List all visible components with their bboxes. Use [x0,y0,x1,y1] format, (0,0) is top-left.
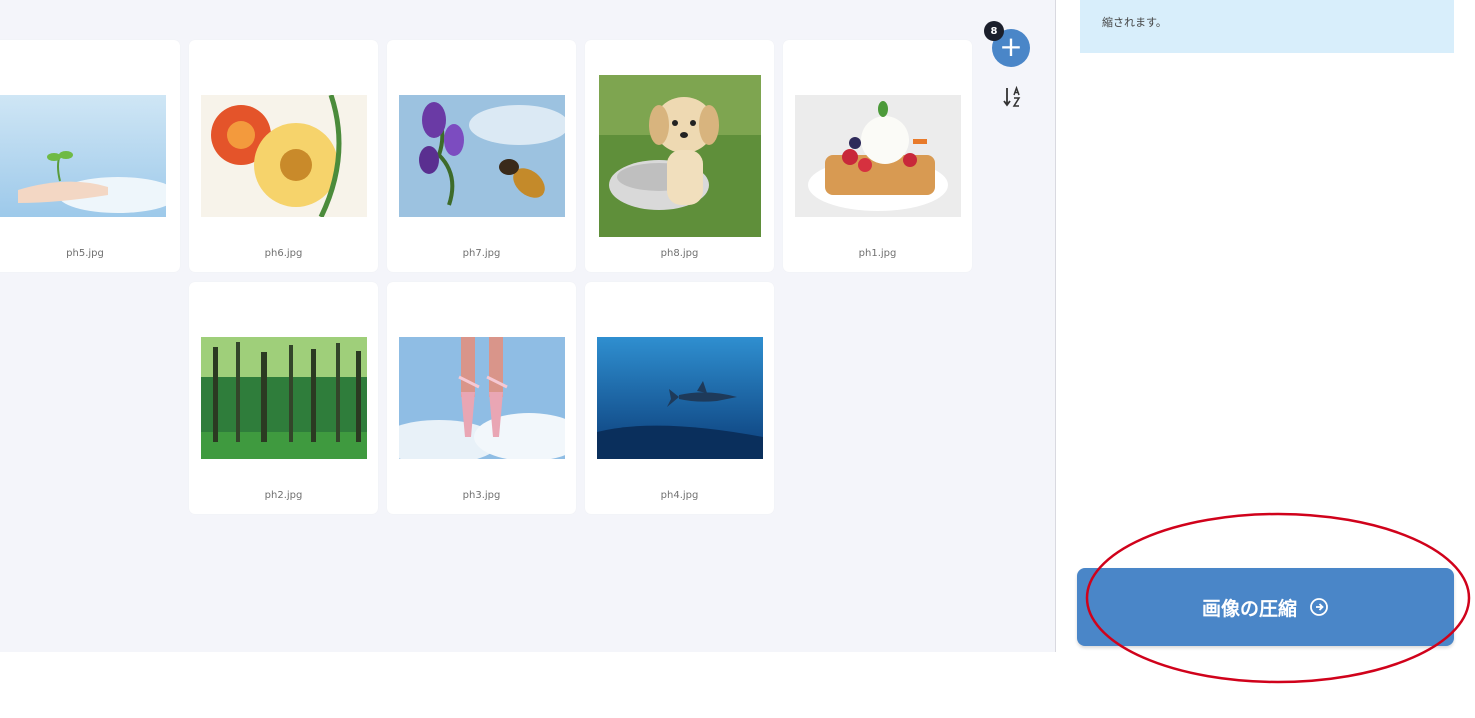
thumbnail-ph8 [598,75,761,237]
file-name: ph3.jpg [462,490,501,501]
file-name: ph2.jpg [264,490,303,501]
image-card-ph7[interactable]: ph7.jpg [387,40,576,272]
file-count-badge: 8 [984,21,1004,41]
image-card-ph8[interactable]: ph8.jpg [585,40,774,272]
image-card-ph5[interactable]: ph5.jpg [0,40,180,272]
image-card-ph4[interactable]: ph4.jpg [585,282,774,514]
thumbnail-ph5 [0,95,166,217]
file-name: ph8.jpg [660,248,699,259]
thumbnail-ph1 [794,95,961,217]
compress-images-button[interactable]: 画像の圧縮 [1077,568,1454,646]
thumbnail-ph7 [398,95,565,217]
thumbnail-ph4 [596,337,763,459]
info-box: 縮されます。 [1080,0,1454,53]
image-workspace: ph5.jpg ph6.jpg ph7.jpg ph8.jpg ph1.jpg … [0,0,1056,652]
info-text: 縮されます。 [1102,16,1167,29]
image-card-ph2[interactable]: ph2.jpg [189,282,378,514]
file-name: ph4.jpg [660,490,699,501]
thumbnail-ph6 [200,95,367,217]
file-name: ph7.jpg [462,248,501,259]
file-name: ph5.jpg [66,248,104,259]
thumbnail-ph2 [200,337,367,459]
file-name: ph6.jpg [264,248,303,259]
image-card-ph6[interactable]: ph6.jpg [189,40,378,272]
panel-divider [1055,0,1056,652]
sort-button[interactable] [1000,84,1026,110]
image-card-ph3[interactable]: ph3.jpg [387,282,576,514]
compress-button-label: 画像の圧縮 [1201,597,1297,620]
file-name: ph1.jpg [858,248,897,259]
circle-arrow-right-icon [1310,598,1328,616]
sort-alpha-icon [1003,86,1021,107]
thumbnail-ph3 [398,337,565,459]
plus-icon: + [999,30,1023,63]
add-images-button[interactable]: + 8 [984,21,1030,67]
image-card-ph1[interactable]: ph1.jpg [783,40,972,272]
